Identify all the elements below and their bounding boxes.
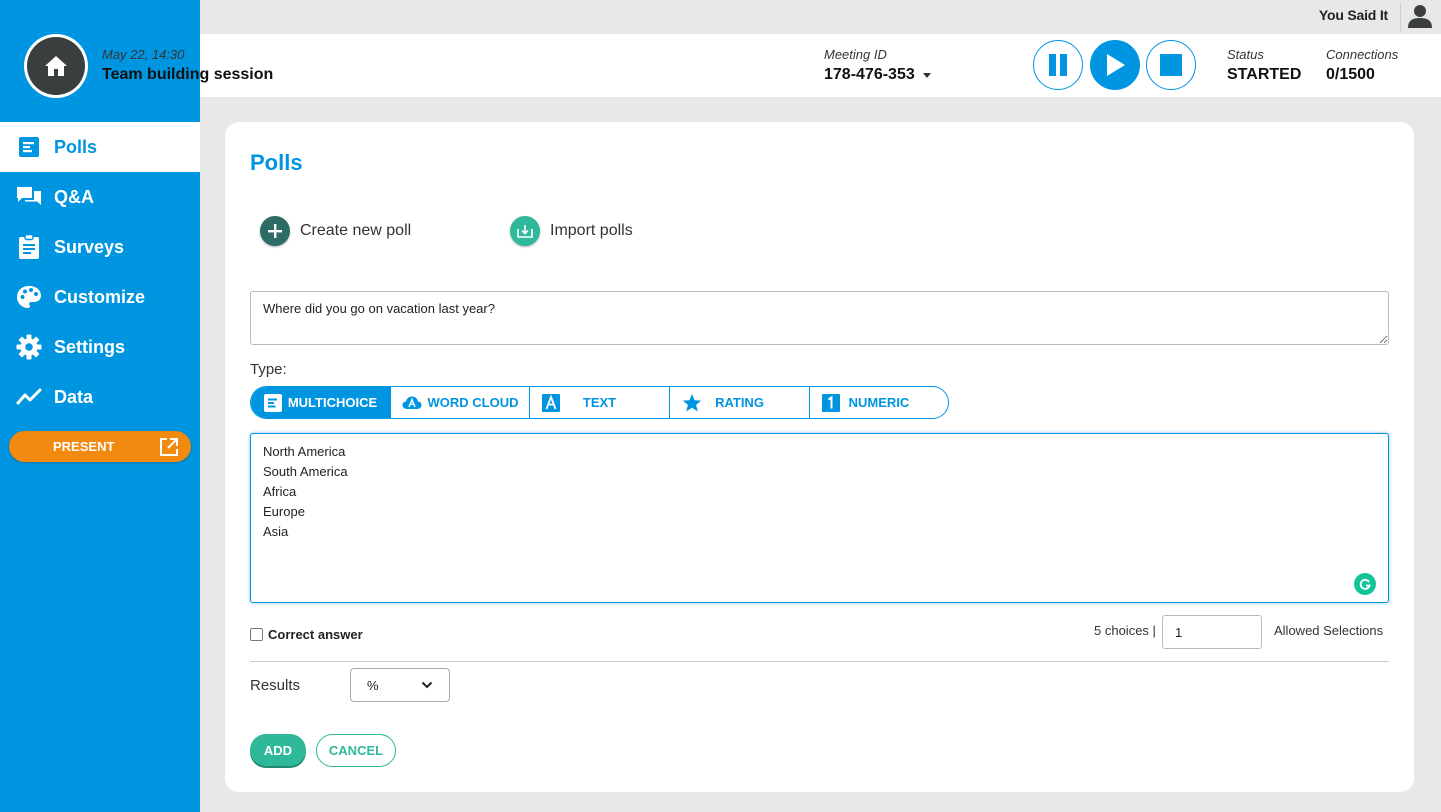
create-new-poll-button[interactable]: Create new poll <box>260 216 411 246</box>
home-button[interactable] <box>24 34 88 98</box>
polls-icon <box>16 134 42 160</box>
poll-type-selector: MULTICHOICE WORD CLOUD TEXT RATING NUMER… <box>250 386 949 419</box>
session-title: Team building session <box>102 66 274 83</box>
meeting-id-value: 178-476-353 <box>824 66 915 83</box>
divider <box>250 661 1389 662</box>
type-label-text: RATING <box>715 395 764 410</box>
results-select[interactable]: % <box>350 668 450 702</box>
import-icon <box>510 216 540 246</box>
allowed-selections-input[interactable] <box>1162 615 1262 649</box>
sidebar-item-label: Polls <box>54 136 98 157</box>
stop-button[interactable] <box>1146 40 1196 90</box>
sidebar-item-surveys[interactable]: Surveys <box>0 222 200 272</box>
answer-line: Africa <box>263 484 297 499</box>
multichoice-icon <box>263 393 282 412</box>
trend-icon <box>16 384 42 410</box>
user-strip: You Said It <box>200 0 1441 34</box>
home-icon <box>27 37 85 95</box>
status-value: STARTED <box>1227 66 1302 83</box>
meeting-id-label: Meeting ID <box>824 47 887 62</box>
type-label-text: MULTICHOICE <box>287 395 378 410</box>
play-icon <box>1107 54 1125 76</box>
type-rating[interactable]: RATING <box>670 387 810 418</box>
create-new-poll-label: Create new poll <box>300 222 412 239</box>
answer-line: North America <box>263 444 346 459</box>
connections-value: 0/1500 <box>1326 66 1375 83</box>
answer-line: Asia <box>263 524 289 539</box>
import-polls-button[interactable]: Import polls <box>510 216 633 246</box>
sidebar-item-label: Surveys <box>54 236 125 257</box>
clipboard-icon <box>16 234 42 260</box>
status-label: Status <box>1227 47 1264 62</box>
import-polls-label: Import polls <box>550 222 633 239</box>
choices-count: 5 choices | <box>1094 623 1156 638</box>
caret-down-icon <box>922 72 931 78</box>
correct-answer-checkbox[interactable]: Correct answer <box>250 627 363 642</box>
correct-answer-label: Correct answer <box>268 627 363 642</box>
sidebar-nav: Polls Q&A Surveys Customize Settings Dat… <box>0 122 200 422</box>
sidebar-item-data[interactable]: Data <box>0 372 200 422</box>
plus-icon <box>260 216 290 246</box>
type-text[interactable]: TEXT <box>530 387 670 418</box>
session-date: May 22, 14:30 <box>102 47 185 62</box>
type-label-text: NUMERIC <box>848 395 910 410</box>
add-button[interactable]: ADD <box>250 734 306 766</box>
gear-icon <box>16 334 42 360</box>
sidebar-item-settings[interactable]: Settings <box>0 322 200 372</box>
sidebar-item-label: Settings <box>54 336 126 357</box>
external-link-icon <box>159 437 179 460</box>
pause-button[interactable] <box>1033 40 1083 90</box>
type-label-text: WORD CLOUD <box>427 395 519 410</box>
connections-label: Connections <box>1326 47 1399 62</box>
chevron-down-icon <box>421 681 433 689</box>
sidebar-item-qa[interactable]: Q&A <box>0 172 200 222</box>
play-button[interactable] <box>1090 40 1140 90</box>
type-label-text: TEXT <box>582 395 617 410</box>
present-button[interactable]: PRESENT <box>9 431 191 462</box>
type-multichoice[interactable]: MULTICHOICE <box>251 387 391 418</box>
type-word-cloud[interactable]: WORD CLOUD <box>391 387 530 418</box>
sidebar-item-customize[interactable]: Customize <box>0 272 200 322</box>
grammarly-icon[interactable] <box>1354 573 1376 595</box>
results-value: % <box>367 677 379 693</box>
answer-line: Europe <box>263 504 305 519</box>
sidebar-item-polls[interactable]: Polls <box>0 122 200 172</box>
sidebar: Polls Q&A Surveys Customize Settings Dat… <box>0 0 200 812</box>
user-name[interactable]: You Said It <box>1319 7 1388 23</box>
star-icon <box>682 394 702 412</box>
allowed-selections-label: Allowed Selections <box>1274 623 1384 638</box>
type-label: Type: <box>250 361 287 378</box>
checkbox-box[interactable] <box>250 628 263 641</box>
answers-input[interactable]: North America South America Africa Europ… <box>250 433 1389 603</box>
user-avatar-icon[interactable] <box>1407 3 1433 34</box>
chat-icon <box>16 184 42 210</box>
type-numeric[interactable]: NUMERIC <box>810 387 948 418</box>
user-divider <box>1400 3 1401 31</box>
sidebar-item-label: Customize <box>54 286 146 307</box>
answer-line: South America <box>263 464 348 479</box>
meeting-id-dropdown[interactable]: 178-476-353 <box>824 66 931 84</box>
text-icon <box>542 394 560 412</box>
sidebar-item-label: Q&A <box>54 186 94 207</box>
present-label: PRESENT <box>53 439 115 454</box>
results-label: Results <box>250 677 301 694</box>
question-input[interactable]: Where did you go on vacation last year? <box>250 291 1389 345</box>
sidebar-item-label: Data <box>54 386 94 407</box>
page-title: Polls <box>250 150 303 175</box>
cancel-button[interactable]: CANCEL <box>316 734 396 767</box>
number-one-icon <box>822 394 840 412</box>
cloud-icon <box>402 396 421 409</box>
stop-icon <box>1160 54 1182 76</box>
palette-icon <box>16 284 42 310</box>
pause-icon <box>1049 54 1067 76</box>
